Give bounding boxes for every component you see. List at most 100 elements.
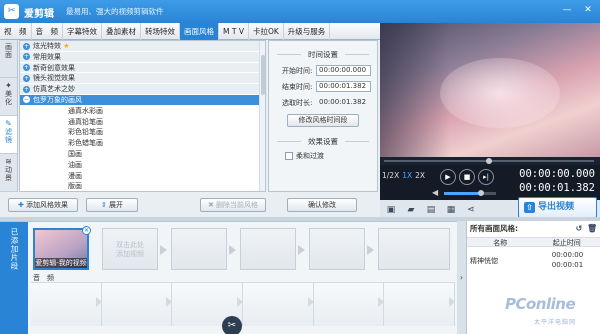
undo-icon[interactable]: ↺: [574, 224, 584, 234]
audio-slot[interactable]: [384, 283, 456, 326]
side-tab-beautify[interactable]: ✦ 美化: [0, 78, 17, 116]
tab-mtv[interactable]: M T V: [219, 23, 249, 40]
delete-style-icon[interactable]: 🗑: [587, 224, 597, 234]
audio-slot[interactable]: [313, 283, 385, 326]
share-icon[interactable]: ⋖: [465, 204, 477, 216]
tab-karaoke[interactable]: 卡拉OK: [249, 23, 284, 40]
fade-checkbox[interactable]: [285, 152, 293, 160]
tree-label: 镜头视觉效果: [33, 74, 75, 83]
tree-label: 通真水彩画: [68, 106, 103, 115]
time-settings-panel: 时间设置 开始时间: 00:00:00.000 结束时间: 00:00:01.3…: [268, 40, 378, 192]
empty-clip-slot[interactable]: [171, 228, 236, 270]
style-list-panel: 所有画面风格: ↺ 🗑 名称 起止时间 精神恍惚 00:00:00 00:00:…: [466, 221, 600, 334]
added-clips-text: 已添加片段: [10, 228, 19, 271]
tab-transitions[interactable]: 转场特效: [141, 23, 180, 40]
modify-time-button[interactable]: 修改风格时间段: [287, 114, 359, 127]
empty-clip-slot[interactable]: [378, 228, 450, 270]
export-label: 导出视频: [538, 202, 575, 212]
export-video-button[interactable]: ⇧ 导出视频: [518, 197, 597, 218]
tab-video[interactable]: 视 频: [0, 23, 32, 40]
save-icon[interactable]: ▣: [385, 204, 397, 216]
side-tab-filter[interactable]: ✎ 滤镜: [0, 116, 17, 154]
tree-category[interactable]: + 常用效果: [20, 51, 265, 63]
audio-slot[interactable]: [101, 283, 173, 326]
stop-icon[interactable]: ■: [459, 169, 475, 185]
audio-slot[interactable]: [243, 283, 314, 326]
tree-label: 仿真艺术之妙: [33, 85, 75, 94]
style-list-title: 所有画面风格:: [470, 224, 518, 233]
tree-category[interactable]: − 包罗万象的画风: [20, 94, 265, 106]
tree-scroll-thumb[interactable]: [261, 55, 265, 95]
expand-node-icon[interactable]: −: [23, 96, 30, 104]
audio-track[interactable]: [31, 282, 456, 326]
tab-subtitle-effects[interactable]: 字幕特效: [63, 23, 102, 40]
volume-knob[interactable]: [478, 190, 485, 196]
slot-arrow: [367, 245, 374, 255]
remove-clip-icon[interactable]: ✕: [82, 226, 91, 235]
tree-category[interactable]: + 镜头视觉效果: [20, 73, 265, 85]
expand-node-icon[interactable]: +: [23, 53, 30, 61]
tree-item[interactable]: 彩色蜡笔画: [20, 138, 265, 149]
tree-item[interactable]: 油画: [20, 160, 265, 171]
volume-icon[interactable]: ◀: [432, 188, 438, 197]
tab-picture-style[interactable]: 画面风格: [180, 23, 219, 40]
confirm-modify-button[interactable]: 确认修改: [287, 198, 357, 212]
minimize-icon[interactable]: —: [559, 4, 575, 17]
star-icon: ★: [61, 42, 70, 50]
seek-knob[interactable]: [486, 158, 492, 164]
volume-slider[interactable]: [444, 190, 496, 196]
side-tab-motion[interactable]: ≋ 动景: [0, 154, 17, 192]
tree-item[interactable]: 国画: [20, 149, 265, 160]
empty-clip-slot[interactable]: [240, 228, 305, 270]
style-list-row[interactable]: 精神恍惚 00:00:00 00:00:01: [467, 247, 600, 272]
tree-item[interactable]: 漫画: [20, 171, 265, 182]
snapshot-icon[interactable]: ▦: [445, 204, 457, 216]
seek-bar[interactable]: [380, 157, 600, 165]
expand-button[interactable]: ⇕ 展开: [86, 198, 138, 212]
expand-node-icon[interactable]: +: [23, 42, 30, 50]
tree-item[interactable]: 通真铅笔画: [20, 117, 265, 128]
tree-item[interactable]: 通真水彩画: [20, 106, 265, 117]
add-video-hint: 双击此处 添加视频: [116, 241, 144, 258]
folder-icon[interactable]: ▰: [405, 204, 417, 216]
speed-double[interactable]: 2X: [415, 171, 425, 180]
tab-overlay[interactable]: 叠加素材: [102, 23, 141, 40]
tab-upgrade[interactable]: 升级与服务: [284, 23, 331, 40]
timeline: 已添加片段 ✕ 爱剪辑-我的视频 双击此处 添加视频 音 频 ✂: [0, 221, 457, 334]
speed-normal[interactable]: 1X: [402, 171, 412, 180]
panel-collapse-icon[interactable]: ›: [457, 221, 466, 334]
start-time-field[interactable]: 00:00:00.000: [316, 65, 371, 76]
expand-icon: ⇕: [100, 201, 110, 209]
tree-scrollbar[interactable]: [259, 41, 265, 191]
tree-category[interactable]: + 炫光特效 ★: [20, 41, 265, 52]
tree-item[interactable]: 彩色铅笔画: [20, 127, 265, 138]
added-clips-label: 已添加片段: [0, 222, 28, 334]
expand-node-icon[interactable]: +: [23, 74, 30, 82]
main-tabs: 视 频 音 频 字幕特效 叠加素材 转场特效 画面风格 M T V 卡拉OK 升…: [0, 23, 380, 40]
tab-audio[interactable]: 音 频: [32, 23, 63, 40]
watermark-logo: PConline: [505, 295, 576, 313]
scissor-icon[interactable]: ✂: [222, 316, 242, 334]
trash-icon[interactable]: ▤: [425, 204, 437, 216]
speed-half[interactable]: 1/2X: [382, 171, 399, 180]
close-icon[interactable]: ✕: [580, 4, 596, 17]
video-preview[interactable]: [380, 23, 600, 157]
delete-effect-button[interactable]: ✖ 删除当前风格: [200, 198, 266, 212]
side-tab-picture[interactable]: 画面: [0, 40, 17, 78]
empty-clip-slot[interactable]: [309, 228, 374, 270]
tree-category[interactable]: + 仿真艺术之妙: [20, 84, 265, 95]
expand-node-icon[interactable]: +: [23, 85, 30, 93]
audio-slot[interactable]: [31, 283, 102, 326]
expand-node-icon[interactable]: +: [23, 64, 30, 72]
add-effect-button[interactable]: ✚ 添加风格效果: [8, 198, 78, 212]
tree-category[interactable]: + 新奇创意效果: [20, 62, 265, 74]
next-frame-icon[interactable]: ▸|: [478, 169, 494, 185]
tree-item[interactable]: 版画: [20, 181, 265, 191]
style-name: 精神恍惚: [470, 257, 498, 265]
delete-effect-label: 删除当前风格: [216, 201, 259, 209]
empty-clip-slot[interactable]: 双击此处 添加视频: [102, 228, 167, 270]
end-time-field[interactable]: 00:00:01.382: [316, 81, 371, 92]
brush-icon: ✎: [5, 119, 12, 128]
clip-thumbnail[interactable]: ✕ 爱剪辑-我的视频: [33, 226, 91, 270]
play-icon[interactable]: ▶: [440, 169, 456, 185]
